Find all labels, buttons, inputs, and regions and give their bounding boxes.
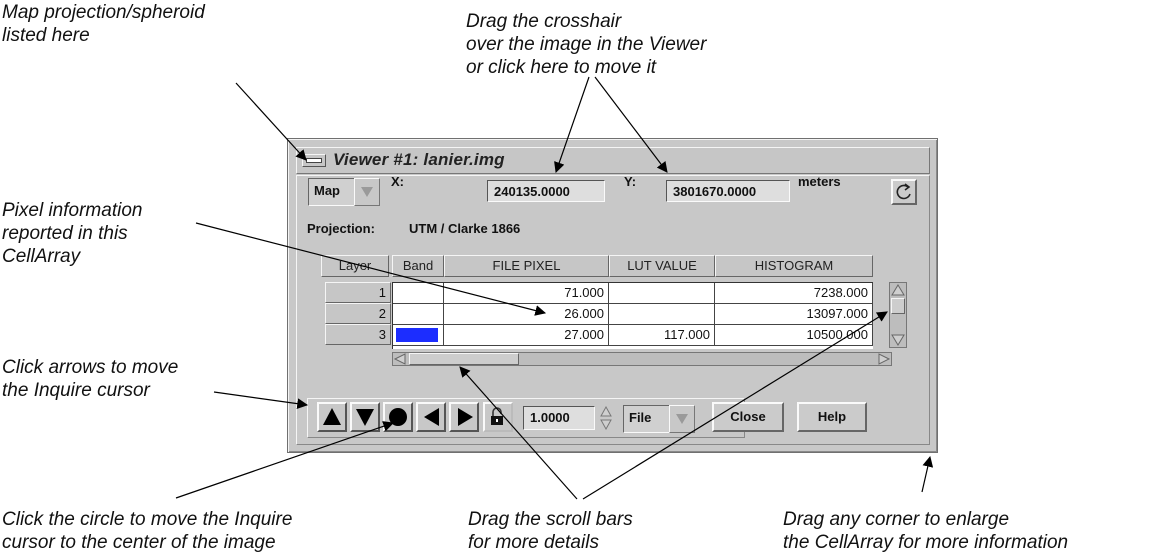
right-arrow-icon (458, 408, 473, 426)
move-left-button[interactable] (416, 402, 446, 432)
horizontal-scrollbar[interactable] (392, 352, 892, 366)
title-bar[interactable]: Viewer #1: lanier.img (296, 147, 930, 174)
y-coordinate-field[interactable]: 3801670.0000 (666, 180, 790, 202)
callout-arrows: Click arrows to move the Inquire cursor (2, 357, 179, 401)
column-header-layer[interactable]: Layer (321, 255, 389, 277)
band-cell[interactable] (393, 283, 444, 304)
callout-pixel-info: Pixel information reported in this CellA… (2, 200, 143, 267)
row-header[interactable]: 1 (325, 282, 391, 303)
row-header[interactable]: 3 (325, 324, 391, 345)
file-pixel-cell[interactable]: 27.000 (444, 325, 609, 346)
window-title: Viewer #1: lanier.img (333, 150, 505, 169)
column-header-lut-value[interactable]: LUT VALUE (609, 255, 715, 277)
move-up-button[interactable] (317, 402, 347, 432)
move-right-button[interactable] (449, 402, 479, 432)
callout-projection: Map projection/spheroid listed here (2, 2, 205, 46)
callout-crosshair: Drag the crosshair over the image in the… (466, 11, 707, 78)
x-label: X: (391, 174, 404, 189)
mode-dropdown[interactable]: File (623, 405, 695, 433)
lut-value-cell[interactable]: 117.000 (609, 325, 715, 346)
column-header-histogram[interactable]: HISTOGRAM (715, 255, 873, 277)
window-menu-icon[interactable] (302, 154, 326, 167)
coord-type-value: Map (314, 183, 340, 198)
vertical-scroll-arrows[interactable] (890, 283, 906, 347)
x-coordinate-field[interactable]: 240135.0000 (487, 180, 605, 202)
band-color-swatch (396, 328, 438, 342)
callout-scroll: Drag the scroll bars for more details (468, 509, 633, 553)
band-cell[interactable] (393, 325, 444, 346)
mode-value: File (629, 410, 652, 425)
center-circle-icon (389, 408, 407, 426)
left-arrow-icon (424, 408, 439, 426)
lock-icon (491, 407, 503, 425)
viewer-window[interactable]: Viewer #1: lanier.img Map X: 240135.0000… (287, 138, 938, 453)
lock-button[interactable] (483, 402, 513, 432)
histogram-cell[interactable]: 10500.000 (715, 325, 873, 346)
callout-corner: Drag any corner to enlarge the CellArray… (783, 509, 1069, 553)
refresh-button[interactable] (891, 179, 917, 205)
refresh-icon (896, 183, 911, 200)
up-arrow-icon (323, 408, 341, 425)
units-label: meters (798, 174, 841, 189)
histogram-cell[interactable]: 7238.000 (715, 283, 873, 304)
vertical-scroll-thumb[interactable] (891, 298, 905, 314)
close-button[interactable]: Close (712, 402, 784, 432)
file-pixel-cell[interactable]: 71.000 (444, 283, 609, 304)
help-button[interactable]: Help (797, 402, 867, 432)
leader-corner (921, 455, 934, 493)
coord-type-dropdown[interactable]: Map (308, 178, 380, 206)
window-content: Map X: 240135.0000 Y: 3801670.0000 meter… (296, 174, 930, 445)
column-header-file-pixel[interactable]: FILE PIXEL (444, 255, 609, 277)
move-down-button[interactable] (350, 402, 380, 432)
center-cursor-button[interactable] (383, 402, 413, 432)
projection-label: Projection: (307, 221, 375, 236)
column-header-band[interactable]: Band (392, 255, 444, 277)
chevron-down-icon[interactable] (354, 178, 380, 206)
band-cell[interactable] (393, 304, 444, 325)
chevron-down-icon[interactable] (669, 405, 695, 433)
projection-value: UTM / Clarke 1866 (409, 221, 521, 236)
horizontal-scroll-thumb[interactable] (409, 353, 519, 365)
increment-stepper[interactable] (599, 405, 613, 431)
callout-circle: Click the circle to move the Inquire cur… (2, 509, 293, 553)
y-label: Y: (624, 174, 637, 189)
histogram-cell[interactable]: 13097.000 (715, 304, 873, 325)
down-arrow-icon (356, 409, 374, 426)
lut-value-cell[interactable] (609, 283, 715, 304)
increment-field[interactable]: 1.0000 (523, 406, 595, 430)
vertical-scrollbar[interactable] (889, 282, 907, 348)
lut-value-cell[interactable] (609, 304, 715, 325)
row-header[interactable]: 2 (325, 303, 391, 324)
file-pixel-cell[interactable]: 26.000 (444, 304, 609, 325)
